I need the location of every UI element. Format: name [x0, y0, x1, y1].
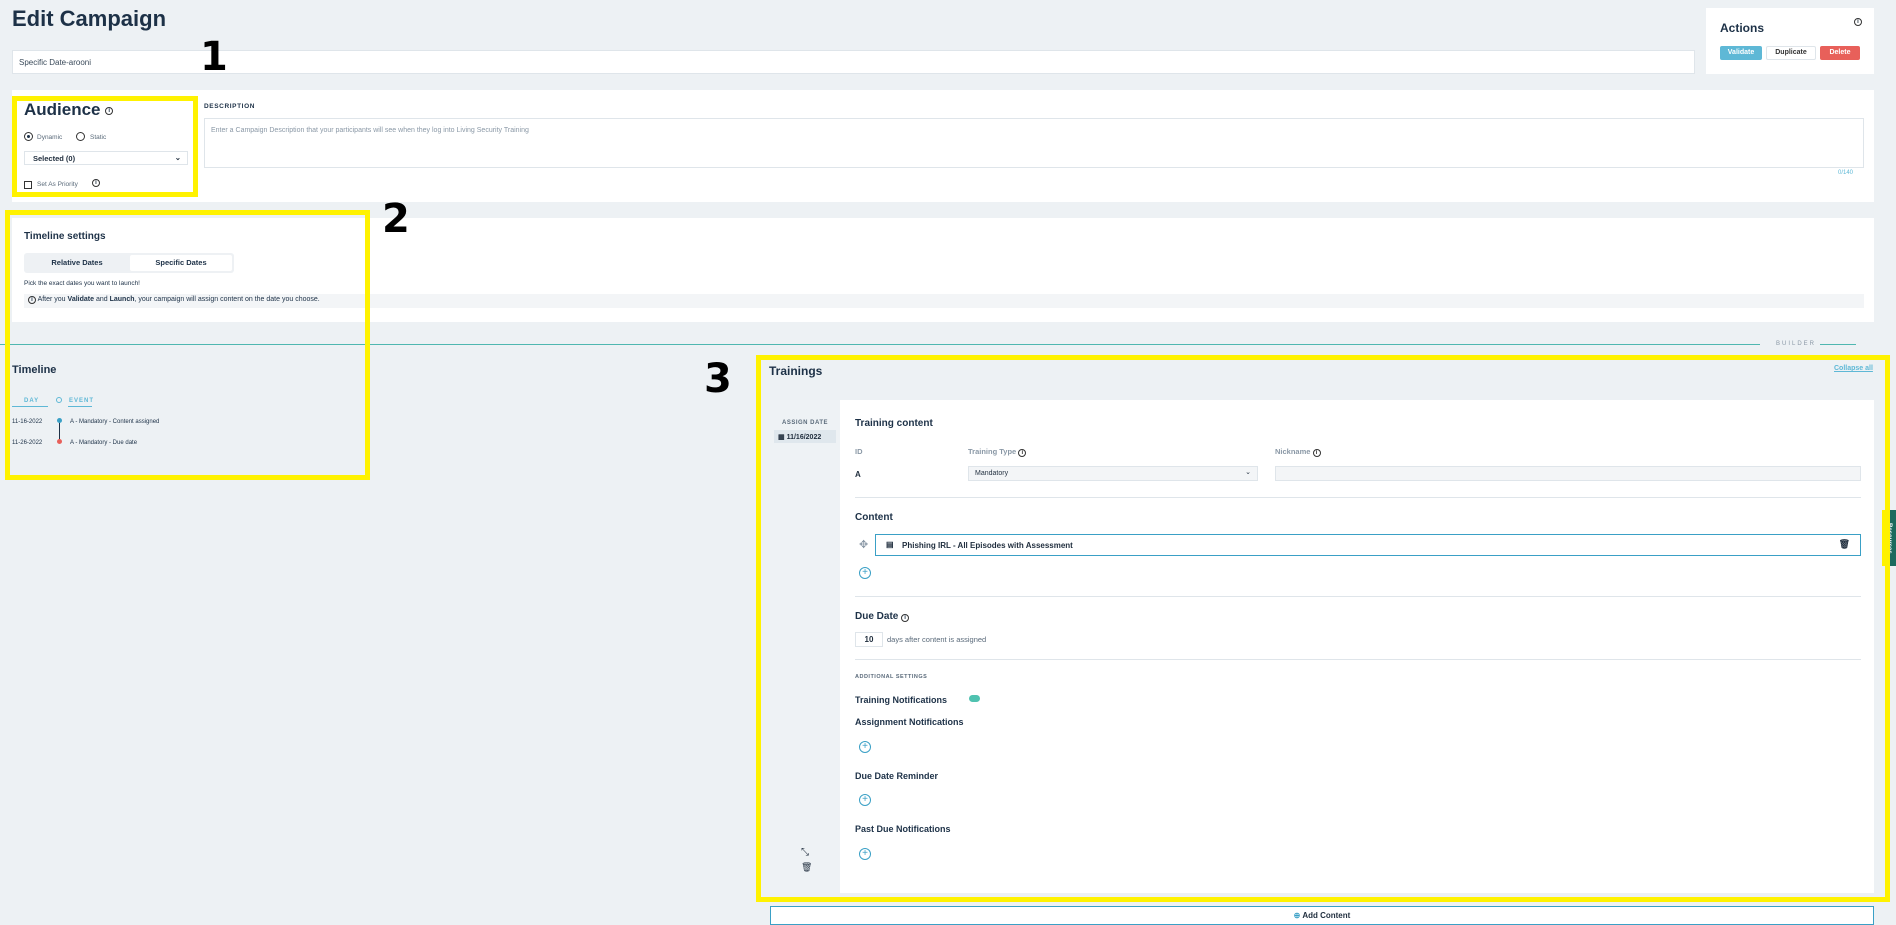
- past-due-title: Past Due Notifications: [855, 824, 951, 834]
- info-icon: i: [28, 296, 36, 304]
- trash-icon[interactable]: 🗑: [801, 862, 812, 873]
- info-text-post: , your campaign will assign content on t…: [134, 296, 320, 303]
- static-label: Static: [90, 134, 107, 141]
- training-type-select[interactable]: Mandatory ⌄: [968, 466, 1258, 481]
- priority-checkbox[interactable]: [24, 181, 32, 189]
- timeline-dot: [57, 439, 62, 444]
- annotation-number: 3: [704, 356, 732, 402]
- duplicate-button[interactable]: Duplicate: [1766, 46, 1816, 60]
- training-content-title: Training content: [855, 418, 933, 429]
- info-icon[interactable]: i: [92, 179, 100, 187]
- audience-description-card: Audience i Dynamic Static Selected (0) ⌄ …: [12, 90, 1874, 202]
- tab-relative-dates[interactable]: Relative Dates: [26, 255, 128, 271]
- info-icon[interactable]: i: [1854, 18, 1862, 26]
- dynamic-label: Dynamic: [37, 134, 63, 141]
- resources-tab[interactable]: Resources: [1882, 510, 1896, 566]
- due-date-title: Due Date i: [855, 611, 910, 622]
- timeline-title: Timeline: [12, 364, 57, 376]
- trash-icon[interactable]: 🗑: [1839, 539, 1850, 550]
- divider: [855, 596, 1861, 597]
- info-text: After you: [37, 296, 66, 303]
- event-dot-icon: [56, 397, 62, 403]
- timeline-row-event: A - Mandatory - Content assigned: [70, 419, 160, 425]
- info-icon[interactable]: i: [1312, 449, 1321, 457]
- actions-title: Actions: [1720, 21, 1765, 35]
- due-days-input[interactable]: 10: [855, 632, 883, 647]
- chevron-down-icon: ⌄: [1245, 469, 1251, 476]
- id-label: ID: [855, 447, 863, 456]
- day-underline: [12, 406, 48, 407]
- add-assignment-notification-icon[interactable]: +: [859, 741, 871, 753]
- additional-settings-label: ADDITIONAL SETTINGS: [855, 674, 928, 680]
- training-card: ASSIGN DATE ▦ 11/16/2022 ⤡ 🗑 Training co…: [770, 400, 1874, 893]
- timeline-dot: [57, 418, 62, 423]
- training-type-label: Training Type i: [968, 447, 1027, 457]
- annotation-number: 1: [200, 34, 228, 80]
- content-title: Content: [855, 512, 893, 523]
- col-day: DAY: [24, 398, 40, 404]
- due-suffix: days after content is assigned: [887, 635, 987, 644]
- tab-specific-dates[interactable]: Specific Dates: [130, 255, 232, 271]
- campaign-name-input[interactable]: Specific Date-arooni: [12, 50, 1695, 74]
- date-mode-toggle: Relative Dates Specific Dates: [24, 253, 234, 273]
- annotation-number: 2: [382, 196, 410, 242]
- dynamic-radio[interactable]: [24, 132, 33, 141]
- assignment-notifications-title: Assignment Notifications: [855, 717, 964, 727]
- add-past-due-icon[interactable]: +: [859, 848, 871, 860]
- timeline-settings-title: Timeline settings: [24, 231, 106, 242]
- audience-title: Audience i: [24, 100, 114, 120]
- info-validate: Validate: [67, 296, 94, 303]
- collapse-all-link[interactable]: Collapse all: [1834, 365, 1873, 372]
- chevron-down-icon: ⌄: [174, 153, 181, 162]
- event-underline: [68, 406, 92, 407]
- due-reminder-title: Due Date Reminder: [855, 771, 939, 781]
- nickname-label: Nickname i: [1275, 447, 1321, 457]
- assign-date-sidebar: ASSIGN DATE ▦ 11/16/2022 ⤡ 🗑: [770, 400, 840, 893]
- notifications-toggle[interactable]: [969, 695, 980, 702]
- static-radio[interactable]: [76, 132, 85, 141]
- add-content-icon[interactable]: +: [859, 567, 871, 579]
- divider: [855, 659, 1861, 660]
- add-due-reminder-icon[interactable]: +: [859, 794, 871, 806]
- assign-date-chip[interactable]: ▦ 11/16/2022: [774, 430, 836, 443]
- drag-handle-icon[interactable]: ✥: [859, 538, 868, 551]
- nickname-input[interactable]: [1275, 466, 1861, 481]
- trainings-title: Trainings: [769, 364, 823, 378]
- info-icon[interactable]: i: [105, 106, 114, 115]
- builder-divider: [0, 344, 1760, 345]
- content-value: Phishing IRL - All Episodes with Assessm…: [902, 541, 1073, 550]
- plus-circle-icon: ⊕: [1293, 911, 1301, 920]
- divider: [855, 497, 1861, 498]
- content-type-icon: ▤: [886, 540, 894, 549]
- info-icon[interactable]: i: [1018, 449, 1027, 457]
- builder-label: BUILDER: [1776, 341, 1817, 347]
- info-launch: Launch: [109, 296, 135, 303]
- page-title: Edit Campaign: [12, 6, 167, 31]
- builder-divider-end: [1820, 344, 1856, 345]
- collapse-icon[interactable]: ⤡: [801, 847, 809, 858]
- id-value: A: [855, 470, 861, 479]
- description-label: DESCRIPTION: [204, 103, 256, 110]
- timeline-settings-card: Timeline settings Relative Dates Specifi…: [12, 218, 1874, 322]
- validate-button[interactable]: Validate: [1720, 46, 1762, 60]
- timeline-row-day: 11-16-2022: [12, 419, 43, 425]
- hint-text: Pick the exact dates you want to launch!: [24, 280, 140, 287]
- add-content-button[interactable]: ⊕ Add Content: [770, 906, 1874, 925]
- assign-date-label: ASSIGN DATE: [782, 420, 829, 426]
- priority-label: Set As Priority: [37, 181, 78, 188]
- audience-select[interactable]: Selected (0) ⌄: [24, 151, 188, 165]
- char-count: 0/140: [1838, 170, 1854, 176]
- timeline-row-event: A - Mandatory - Due date: [70, 440, 138, 446]
- info-icon[interactable]: i: [901, 614, 910, 622]
- info-bar: i After you Validate and Launch, your ca…: [24, 294, 1864, 308]
- calendar-icon: ▦: [778, 434, 785, 441]
- description-textarea[interactable]: Enter a Campaign Description that your p…: [204, 118, 1864, 168]
- delete-button[interactable]: Delete: [1820, 46, 1860, 60]
- col-event: EVENT: [69, 398, 95, 404]
- training-notifications-title: Training Notifications: [855, 695, 948, 705]
- actions-card: Actions i Validate Duplicate Delete: [1706, 8, 1874, 74]
- timeline-row-day: 11-26-2022: [12, 440, 43, 446]
- info-and: and: [95, 296, 108, 303]
- content-field[interactable]: ▤ Phishing IRL - All Episodes with Asses…: [875, 534, 1861, 556]
